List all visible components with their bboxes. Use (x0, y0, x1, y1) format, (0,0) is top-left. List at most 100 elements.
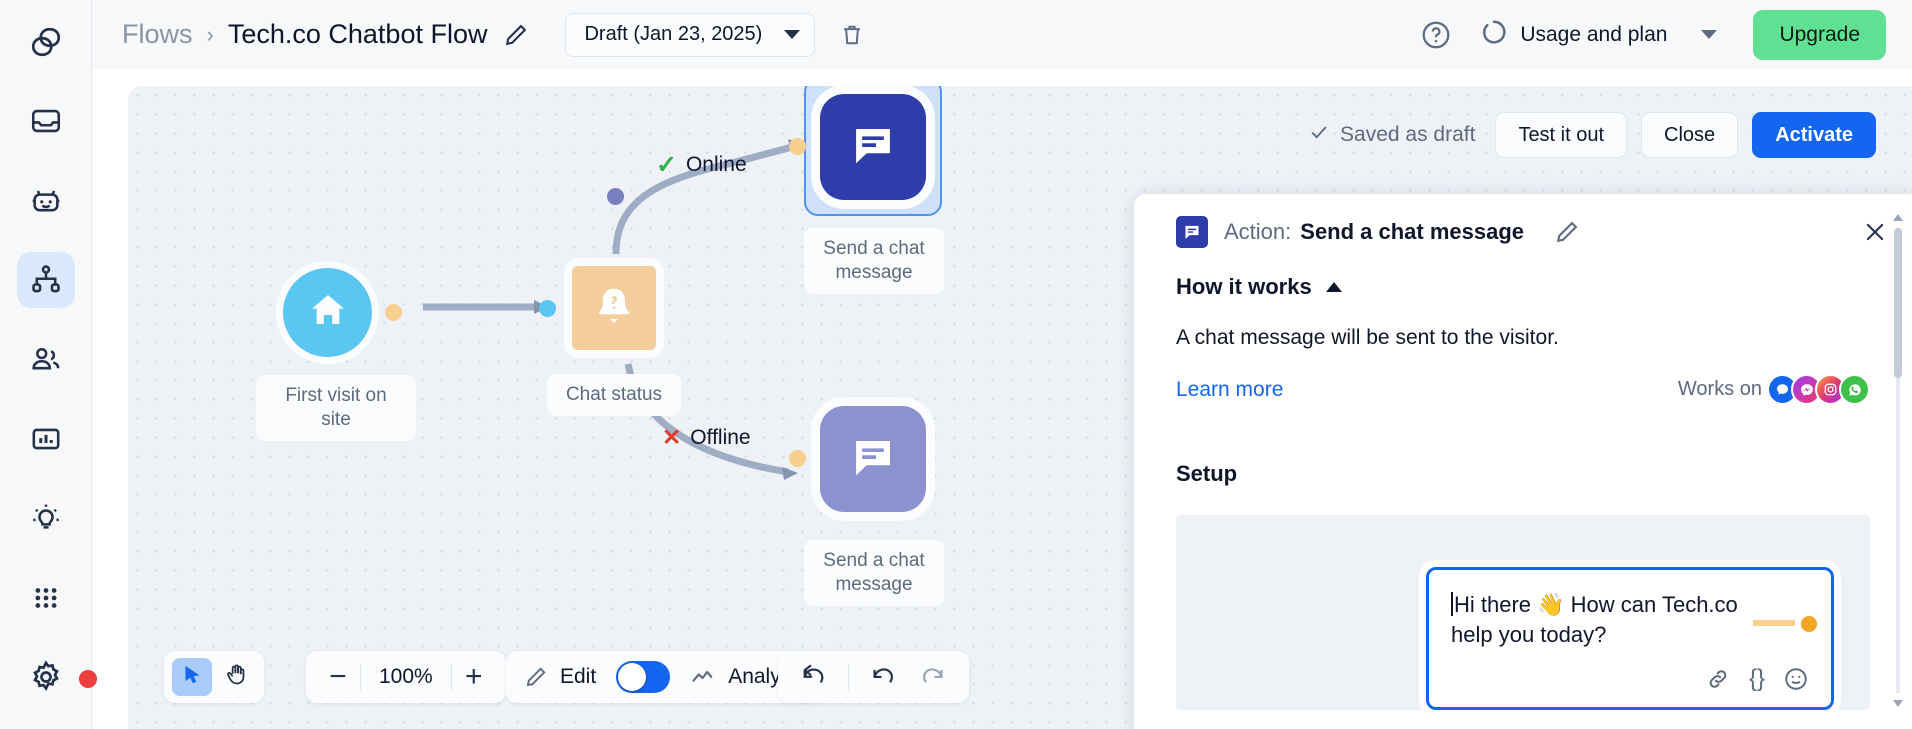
panel-close-icon[interactable] (1862, 219, 1888, 245)
flow-node-trigger-label: First visit on site (256, 375, 416, 441)
scrollbar-thumb[interactable] (1894, 228, 1902, 378)
flow-node-trigger[interactable]: First visit on site (256, 268, 416, 441)
inbox-icon (29, 104, 63, 138)
sidebar-item-inbox[interactable] (17, 93, 75, 148)
message-output-port[interactable] (1801, 616, 1817, 632)
flow-node-condition-label: Chat status (547, 374, 681, 416)
trigger-output-port[interactable] (385, 304, 402, 321)
edit-mode-label: Edit (560, 665, 597, 688)
panel-edit-pencil-icon[interactable] (1554, 219, 1580, 245)
sidebar-item-flows[interactable] (16, 252, 75, 308)
check-icon: ✓ (656, 151, 677, 179)
bar-chart-icon (29, 422, 63, 456)
edit-title-pencil-icon[interactable] (503, 22, 529, 48)
mode-toggle[interactable] (616, 661, 671, 693)
upgrade-button[interactable]: Upgrade (1753, 9, 1886, 60)
chevron-up-icon (1325, 282, 1342, 292)
sidebar-item-reports[interactable] (17, 411, 75, 466)
trigger-node-circle[interactable] (283, 268, 372, 357)
sidebar-item-apps[interactable] (17, 570, 75, 625)
mode-toggle-group: Edit Analyze (506, 651, 821, 703)
breadcrumb: Flows › Tech.co Chatbot Flow (122, 19, 529, 50)
sidebar-item-chatbot[interactable] (17, 173, 75, 228)
version-select-label: Draft (Jan 23, 2025) (584, 23, 763, 45)
message-bubble-wrapper: Hi there 👋 How can Tech.co help you toda… (1204, 567, 1842, 711)
action-online-input-port[interactable] (789, 138, 806, 155)
pan-tool-button[interactable] (216, 658, 256, 696)
edge-label-online: ✓ Online (656, 150, 747, 180)
close-button[interactable]: Close (1641, 112, 1739, 158)
scroll-down-arrow-icon[interactable] (1893, 700, 1903, 707)
pointer-tool-group (164, 651, 264, 703)
pencil-icon (524, 665, 548, 689)
grid-dots-icon (31, 583, 61, 613)
flow-chart-icon (29, 263, 63, 297)
zoom-controls: − 100% + (306, 651, 506, 703)
sidebar-item-insights[interactable] (17, 491, 75, 546)
toggle-knob (618, 663, 647, 691)
chevron-down-icon (784, 30, 801, 39)
hand-icon (224, 662, 249, 692)
how-it-works-header[interactable]: How it works (1176, 274, 1870, 300)
text-cursor (1451, 592, 1453, 616)
zoom-in-button[interactable]: + (452, 655, 496, 699)
header-actions: Usage and plan Upgrade (1420, 9, 1886, 60)
sidebar-item-settings[interactable] (17, 650, 97, 705)
sidebar-item-contacts[interactable] (17, 332, 75, 387)
breadcrumb-flows[interactable]: Flows (122, 19, 193, 50)
people-icon (29, 342, 63, 376)
activate-button[interactable]: Activate (1752, 112, 1876, 158)
lightbulb-icon (29, 501, 63, 535)
insert-variable-icon[interactable]: {} (1749, 665, 1765, 693)
usage-and-plan-button[interactable]: Usage and plan (1480, 18, 1718, 51)
setup-heading: Setup (1176, 461, 1238, 486)
how-it-works-label: How it works (1176, 274, 1312, 299)
breadcrumb-separator: › (206, 21, 214, 47)
version-select[interactable]: Draft (Jan 23, 2025) (565, 12, 816, 57)
learn-more-link[interactable]: Learn more (1176, 378, 1283, 402)
action-offline-input-port[interactable] (789, 450, 806, 467)
check-icon (1308, 121, 1330, 149)
reset-view-button[interactable] (792, 657, 836, 697)
insert-link-icon[interactable] (1705, 666, 1731, 692)
panel-scrollbar[interactable] (1893, 214, 1903, 707)
action-online-tile[interactable] (820, 94, 926, 200)
home-icon (307, 289, 349, 336)
undo-arrow-icon (870, 662, 896, 693)
condition-top-port[interactable] (607, 188, 624, 205)
sidebar-item-logo[interactable] (17, 14, 75, 69)
select-tool-button[interactable] (172, 658, 212, 696)
edge-label-offline-text: Offline (690, 425, 751, 449)
chat-message-icon (847, 431, 899, 488)
delete-flow-button[interactable] (839, 22, 865, 48)
flow-node-action-online[interactable]: Send a chat message (789, 86, 944, 294)
scroll-up-arrow-icon[interactable] (1893, 214, 1903, 221)
redo-button[interactable] (911, 657, 955, 697)
history-controls (778, 651, 969, 703)
gear-icon (28, 659, 64, 695)
robot-icon (29, 184, 63, 218)
panel-title: Send a chat message (1300, 219, 1525, 244)
condition-node-square[interactable] (572, 266, 656, 350)
undo-button[interactable] (861, 657, 905, 697)
flow-node-action-offline[interactable]: Send a chat message (789, 406, 944, 606)
help-icon[interactable] (1420, 19, 1452, 51)
divider (848, 664, 849, 690)
flow-node-condition[interactable]: Chat status (539, 188, 681, 416)
saved-status-text: Saved as draft (1340, 123, 1476, 146)
text-highlight (1753, 620, 1795, 626)
action-offline-tile[interactable] (820, 406, 926, 512)
message-line-2: help you today? (1451, 621, 1607, 647)
insert-emoji-icon[interactable] (1783, 666, 1809, 692)
test-it-out-button[interactable]: Test it out (1495, 112, 1628, 158)
zoom-level-label: 100% (379, 665, 433, 688)
message-editor[interactable]: Hi there 👋 How can Tech.co help you toda… (1426, 567, 1834, 711)
usage-and-plan-label: Usage and plan (1520, 22, 1668, 46)
how-it-works-body: A chat message will be sent to the visit… (1176, 326, 1559, 349)
saved-status: Saved as draft (1308, 121, 1475, 149)
condition-input-port[interactable] (539, 300, 556, 317)
zoom-out-button[interactable]: − (316, 655, 360, 699)
redo-arrow-icon (920, 662, 946, 693)
bell-question-icon (592, 284, 636, 333)
panel-kind-label: Action: (1224, 219, 1292, 244)
